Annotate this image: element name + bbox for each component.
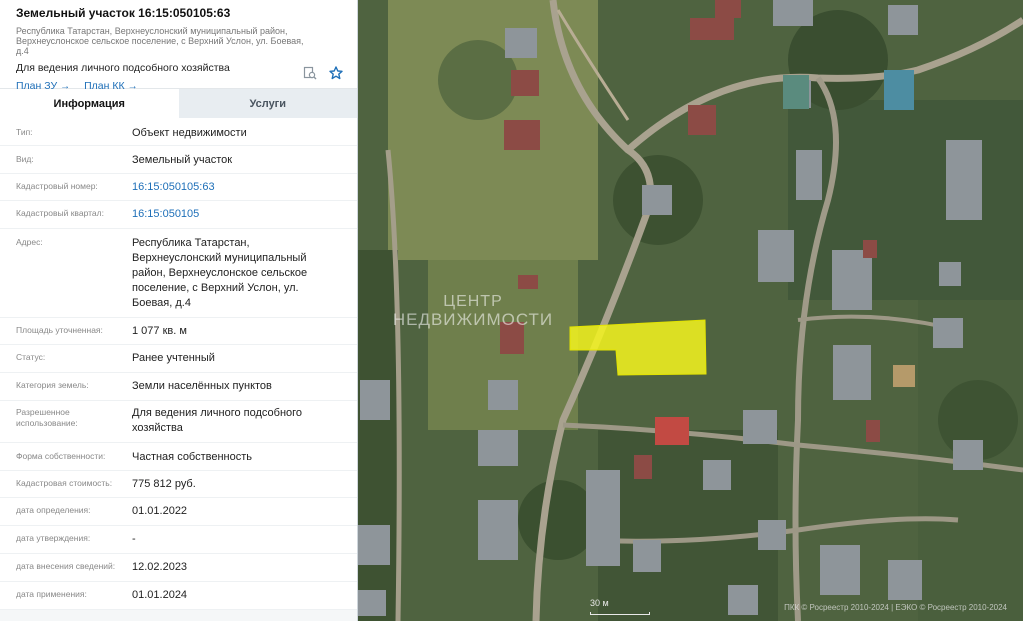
cadastral-number-link[interactable]: 16:15:050105:63 [132, 180, 341, 200]
plan-links: План ЗУ → План КК → [16, 80, 341, 92]
property-label: Разрешенное использование: [16, 407, 78, 428]
property-row-permitted-use: Разрешенное использование: Для ведения л… [0, 401, 357, 443]
property-value: 775 812 руб. [132, 478, 196, 490]
property-label: Статус: [16, 352, 46, 362]
property-label: дата утверждения: [16, 533, 91, 543]
watermark-line-2: НЕДВИЖИМОСТИ [392, 310, 554, 329]
scale-bar [590, 612, 650, 615]
property-label: Вид: [16, 154, 34, 164]
property-row-area: Площадь уточненная: 1 077 кв. м [0, 318, 357, 345]
arrow-right-icon: → [60, 80, 71, 92]
property-label: дата определения: [16, 505, 91, 515]
property-value: Объект недвижимости [132, 127, 247, 139]
property-row-application-date: дата применения: 01.01.2024 [0, 582, 357, 610]
property-row-status: Статус: Ранее учтенный [0, 345, 357, 373]
property-value: Земельный участок [132, 154, 233, 166]
property-row-determination-date: дата определения: 01.01.2022 [0, 498, 357, 526]
tab-information[interactable]: Информация [0, 89, 179, 118]
property-row-type: Тип: Объект недвижимости [0, 118, 357, 146]
property-row-entry-date: дата внесения сведений: 12.02.2023 [0, 554, 357, 582]
property-value: Частная собственность [132, 451, 253, 463]
map-watermark: ЦЕНТР НЕДВИЖИМОСТИ [363, 293, 583, 329]
property-value: 01.01.2022 [132, 505, 188, 517]
header-actions [303, 66, 343, 80]
object-purpose: Для ведения личного подсобного хозяйства [16, 62, 230, 74]
watermark-line-1: ЦЕНТР [443, 293, 503, 310]
info-panel: Земельный участок 16:15:050105:63 Респуб… [0, 0, 358, 621]
property-row-approval-date: дата утверждения: - [0, 526, 357, 554]
property-label: Тип: [16, 127, 33, 137]
property-value: Республика Татарстан, Верхнеуслонский му… [132, 237, 308, 309]
property-value: 12.02.2023 [132, 561, 188, 573]
property-row-ownership: Форма собственности: Частная собственнос… [0, 443, 357, 471]
plan-kk-link[interactable]: План КК → [84, 80, 137, 92]
tab-bar: Информация Услуги [0, 88, 357, 118]
property-row-cadastral-value: Кадастровая стоимость: 775 812 руб. [0, 471, 357, 498]
star-icon[interactable] [329, 66, 343, 80]
property-value: Для ведения личного подсобного хозяйства [132, 407, 303, 434]
arrow-right-icon: → [127, 80, 138, 92]
property-row-cadastral-number: Кадастровый номер: 16:15:050105:63 [0, 174, 357, 201]
object-sub-address: Республика Татарстан, Верхнеуслонский му… [16, 26, 304, 56]
property-value: 01.01.2024 [132, 589, 188, 601]
property-row-kind: Вид: Земельный участок [0, 146, 357, 174]
property-label: Кадастровый номер: [16, 181, 98, 191]
property-label: Форма собственности: [16, 451, 106, 461]
cadastral-block-link[interactable]: 16:15:050105 [132, 207, 341, 228]
panel-header: Земельный участок 16:15:050105:63 Респуб… [0, 0, 357, 92]
property-label: Площадь уточненная: [16, 325, 103, 335]
scale-label: 30 м [590, 598, 609, 608]
search-document-icon[interactable] [303, 66, 317, 80]
property-label: Адрес: [16, 237, 43, 247]
property-label: дата применения: [16, 589, 87, 599]
satellite-map[interactable]: ЦЕНТР НЕДВИЖИМОСТИ 30 м ПКК © Росреестр … [358, 0, 1023, 621]
property-value: 1 077 кв. м [132, 325, 187, 337]
property-label: Кадастровая стоимость: [16, 478, 113, 488]
property-value: - [132, 533, 136, 545]
property-value: Земли населённых пунктов [132, 380, 272, 392]
property-row-cadastral-block: Кадастровый квартал: 16:15:050105 [0, 201, 357, 229]
property-value: Ранее учтенный [132, 352, 215, 364]
map-copyright: ПКК © Росреестр 2010-2024 | ЕЭКО © Росре… [784, 603, 1007, 612]
plan-kk-label: План КК [84, 80, 125, 92]
property-row-address: Адрес: Республика Татарстан, Верхнеуслон… [0, 229, 357, 318]
plan-zu-label: План ЗУ [16, 80, 58, 92]
property-label: Категория земель: [16, 380, 89, 390]
properties-list: Тип: Объект недвижимости Вид: Земельный … [0, 118, 357, 621]
property-label: дата внесения сведений: [16, 561, 116, 571]
tab-services[interactable]: Услуги [178, 89, 357, 118]
property-row-land-category: Категория земель: Земли населённых пункт… [0, 373, 357, 401]
plan-zu-link[interactable]: План ЗУ → [16, 80, 70, 92]
object-title: Земельный участок 16:15:050105:63 [16, 6, 231, 20]
property-label: Кадастровый квартал: [16, 208, 104, 218]
